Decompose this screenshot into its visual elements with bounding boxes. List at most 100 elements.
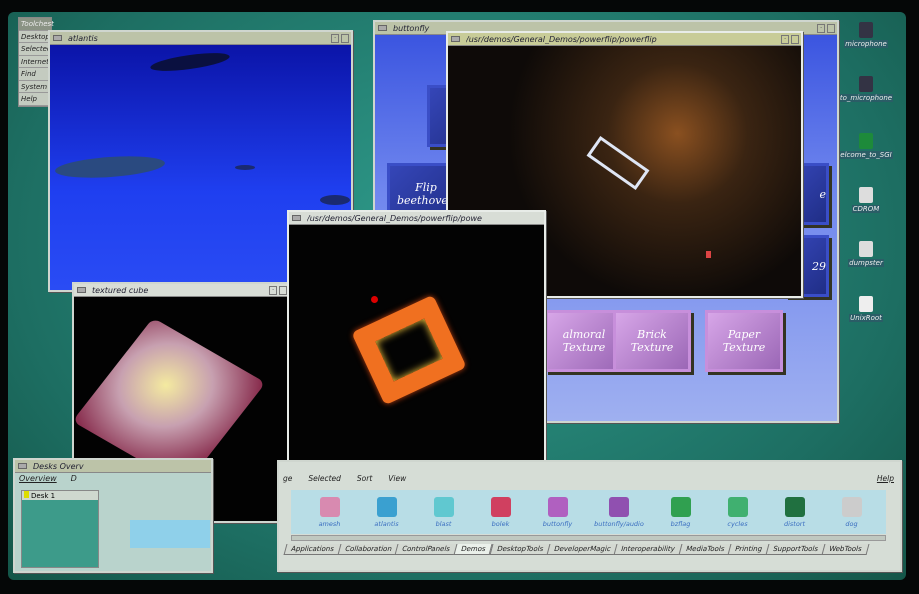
desktop-icon-dumpster[interactable]: dumpster	[838, 241, 894, 267]
desktop-icon-microphone[interactable]: microphone	[838, 22, 894, 48]
tab-demos[interactable]: Demos	[453, 544, 494, 555]
titlebar[interactable]: /usr/demos/General_Demos/powerflip/power…	[448, 33, 801, 46]
window-title: /usr/demos/General_Demos/powerflip/power…	[466, 34, 657, 44]
menu-selected[interactable]: Selected	[308, 474, 341, 483]
toolchest-find[interactable]: Find	[19, 68, 51, 81]
window-menu-button[interactable]	[292, 215, 301, 221]
toolchest: Toolchest Desktop Selected Internet Find…	[18, 17, 54, 107]
window-menu-button[interactable]	[77, 287, 86, 293]
window-title: textured cube	[92, 285, 149, 295]
dumpster-icon	[859, 241, 873, 257]
toolchest-selected[interactable]: Selected	[19, 43, 51, 56]
cycles-icon	[727, 496, 748, 517]
catalog-icon-bolek[interactable]: bolek	[472, 496, 529, 528]
buttonfly-icon	[547, 496, 568, 517]
minimize-button[interactable]: ·	[781, 34, 789, 44]
desk-2-thumbnail[interactable]	[130, 520, 210, 548]
satellite-object	[586, 135, 650, 191]
tab-interoperability[interactable]: Interoperability	[613, 544, 683, 555]
tab-mediatools[interactable]: MediaTools	[678, 544, 732, 555]
dolphin-shape	[235, 165, 255, 170]
catalog-icon-buttonfly-audio[interactable]: buttonfly/audio	[586, 496, 652, 528]
desk-1-thumbnail[interactable]: Desk 1	[21, 490, 99, 568]
desk-indicator-icon	[24, 491, 29, 498]
bolek-icon	[490, 496, 511, 517]
minimize-button[interactable]: ·	[269, 285, 277, 295]
catalog-icon-distort[interactable]: distort	[766, 496, 823, 528]
menu-sort[interactable]: Sort	[357, 474, 372, 483]
titlebar[interactable]: textured cube ·	[74, 284, 289, 297]
orange-knot-object	[351, 294, 467, 406]
catalog-tabs: Applications Collaboration ControlPanels…	[283, 544, 870, 555]
maximize-button[interactable]	[341, 33, 349, 43]
menu-view[interactable]: View	[388, 474, 406, 483]
toolchest-system[interactable]: System	[19, 81, 51, 93]
tab-desktoptools[interactable]: DesktopTools	[489, 544, 551, 555]
toolchest-internet[interactable]: Internet	[19, 56, 51, 68]
door-icon	[859, 133, 873, 149]
powerflip-canvas	[289, 225, 544, 464]
mouse-cursor-icon	[706, 251, 711, 258]
window-menu-button[interactable]	[378, 25, 387, 31]
horizontal-scrollbar[interactable]	[291, 535, 886, 541]
atlantis-icon	[376, 496, 397, 517]
window-menu-button[interactable]	[18, 463, 27, 469]
microphone-icon	[859, 22, 873, 38]
icon-catalog-window[interactable]: ge Selected Sort View Help amesh atlanti…	[277, 460, 902, 572]
amesh-icon	[319, 496, 340, 517]
catalog-icon-atlantis[interactable]: atlantis	[358, 496, 415, 528]
catalog-icon-blast[interactable]: blast	[415, 496, 472, 528]
icon-panel: amesh atlantis blast bolek buttonfly but…	[291, 490, 886, 534]
buttonfly-button-balmoral[interactable]: almoral Texture	[545, 310, 623, 372]
tab-supporttools[interactable]: SupportTools	[765, 544, 826, 555]
maximize-button[interactable]	[827, 23, 835, 33]
tab-developermagic[interactable]: DeveloperMagic	[546, 544, 618, 555]
dog-icon	[841, 496, 862, 517]
desktop-icon-cdrom[interactable]: CDROM	[838, 187, 894, 213]
catalog-icon-cycles[interactable]: cycles	[709, 496, 766, 528]
red-dot	[371, 296, 378, 303]
tab-printing[interactable]: Printing	[727, 544, 770, 555]
catalog-icon-dog[interactable]: dog	[823, 496, 880, 528]
blast-icon	[433, 496, 454, 517]
catalog-icon-buttonfly[interactable]: buttonfly	[529, 496, 586, 528]
toolchest-help[interactable]: Help	[19, 93, 51, 106]
buttonfly-button-paper[interactable]: Paper Texture	[705, 310, 783, 372]
window-title: Desks Overv	[33, 461, 84, 471]
titlebar[interactable]: Desks Overv	[15, 460, 211, 473]
maximize-button[interactable]	[791, 34, 799, 44]
folder-icon	[859, 296, 873, 312]
tab-controlpanels[interactable]: ControlPanels	[394, 544, 458, 555]
menu-help[interactable]: Help	[877, 474, 894, 483]
toolchest-title: Toolchest	[19, 18, 54, 31]
minimize-button[interactable]: ·	[817, 23, 825, 33]
distort-icon	[784, 496, 805, 517]
minimize-button[interactable]: ·	[331, 33, 339, 43]
window-title: atlantis	[68, 33, 98, 43]
menu-page[interactable]: ge	[283, 474, 292, 483]
desktop-icon-unixroot[interactable]: UnixRoot	[838, 296, 894, 322]
window-menu-button[interactable]	[53, 35, 62, 41]
titlebar[interactable]: atlantis ·	[50, 32, 351, 45]
window-title: /usr/demos/General_Demos/powerflip/powe	[307, 213, 482, 223]
tab-collaboration[interactable]: Collaboration	[337, 544, 399, 555]
shark-shape	[149, 49, 231, 75]
catalog-icon-amesh[interactable]: amesh	[301, 496, 358, 528]
toolchest-desktop[interactable]: Desktop	[19, 31, 51, 43]
microphone-icon	[859, 76, 873, 92]
desktop-icon-to-microphone[interactable]: to_microphone	[838, 76, 894, 102]
menu-overview[interactable]: Overview	[19, 474, 57, 483]
window-menu-button[interactable]	[451, 36, 460, 42]
titlebar[interactable]: /usr/demos/General_Demos/powerflip/powe	[289, 212, 544, 225]
buttonfly-button-brick[interactable]: Brick Texture	[613, 310, 691, 372]
desktop-icon-welcome[interactable]: elcome_to_SGI	[838, 133, 894, 159]
powerflip-window-2[interactable]: /usr/demos/General_Demos/powerflip/powe	[287, 210, 546, 466]
menu-desks[interactable]: D	[71, 474, 77, 483]
maximize-button[interactable]	[279, 285, 287, 295]
tab-applications[interactable]: Applications	[283, 544, 342, 555]
desk-1-label: Desk 1	[22, 491, 98, 500]
catalog-icon-bzflag[interactable]: bzflag	[652, 496, 709, 528]
tab-webtools[interactable]: WebTools	[821, 544, 870, 555]
bzflag-icon	[670, 496, 691, 517]
desks-overview-window[interactable]: Desks Overv Overview D Desk 1	[13, 458, 213, 573]
